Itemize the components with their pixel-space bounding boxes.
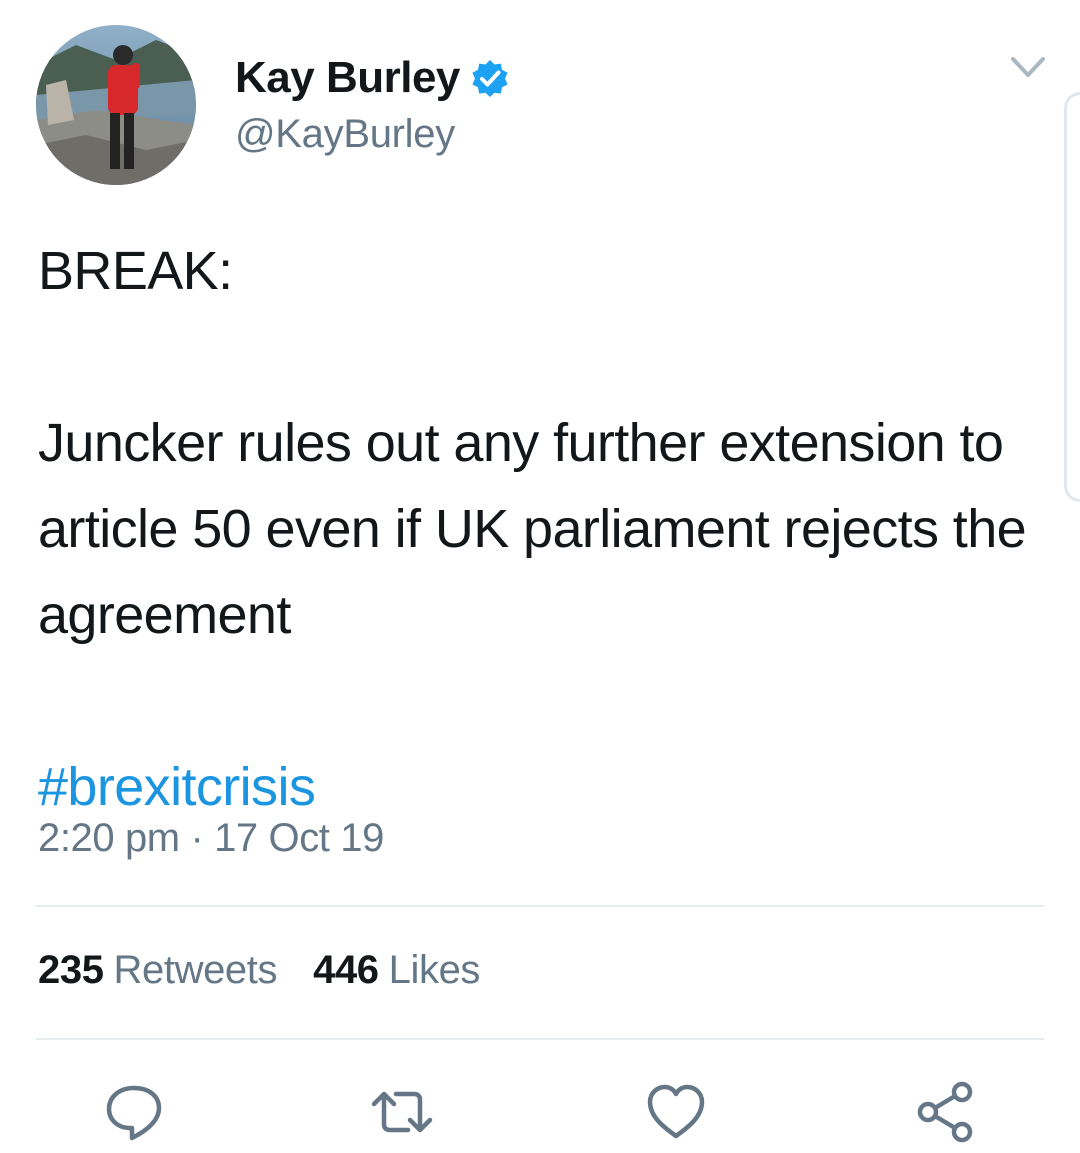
retweet-icon[interactable] [370, 1080, 434, 1144]
share-icon[interactable] [914, 1080, 978, 1144]
scrollbar-edge [1064, 92, 1080, 502]
retweets-label: Retweets [113, 948, 278, 992]
retweets-count: 235 [38, 948, 104, 992]
likes-count: 446 [313, 948, 379, 992]
chevron-down-icon[interactable] [1010, 55, 1046, 81]
likes-label: Likes [388, 948, 481, 992]
reply-icon[interactable] [102, 1080, 166, 1144]
retweets-stat[interactable]: 235 Retweets [38, 948, 277, 993]
heart-icon[interactable] [644, 1080, 708, 1144]
engagement-stats: 235 Retweets 446 Likes [38, 948, 480, 993]
name-row: Kay Burley [235, 52, 510, 104]
action-bar [0, 1080, 1080, 1144]
tweet-detail: Kay Burley @KayBurley BREAK: Juncker rul… [0, 0, 1080, 1153]
tweet-text-line: BREAK: [38, 241, 233, 301]
likes-stat[interactable]: 446 Likes [313, 948, 480, 993]
verified-badge-icon [472, 60, 508, 97]
tweet-text: BREAK: Juncker rules out any further ext… [38, 228, 1038, 830]
tweet-text-line: Juncker rules out any further extension … [38, 413, 1027, 645]
divider [36, 905, 1044, 907]
tweet-timestamp[interactable]: 2:20 pm · 17 Oct 19 [38, 816, 384, 861]
handle[interactable]: @KayBurley [235, 112, 510, 157]
author-block[interactable]: Kay Burley @KayBurley [235, 52, 510, 157]
avatar[interactable] [36, 25, 196, 185]
display-name[interactable]: Kay Burley [235, 53, 460, 103]
avatar-photo [36, 25, 196, 185]
divider [36, 1038, 1044, 1040]
